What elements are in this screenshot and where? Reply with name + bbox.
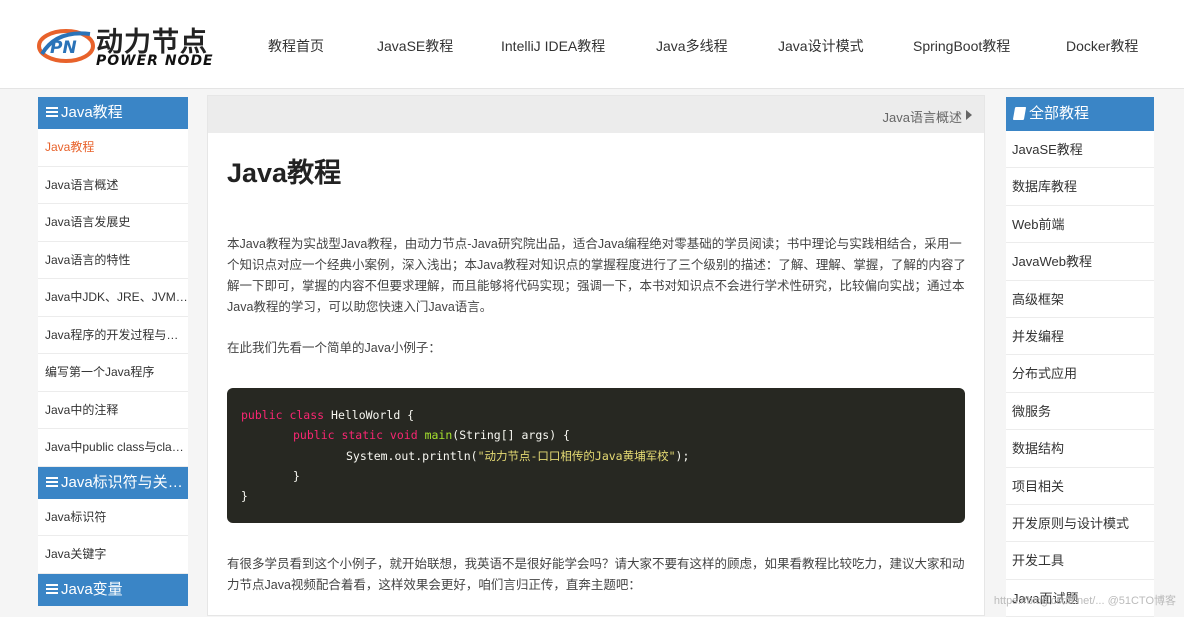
right-item-microservices[interactable]: 微服务 [1006, 392, 1154, 431]
section-title: Java教程 [61, 104, 123, 121]
left-item-first-program[interactable]: 编写第一个Java程序 [38, 354, 188, 392]
right-item-distributed[interactable]: 分布式应用 [1006, 355, 1154, 393]
nav-item-home[interactable]: 教程首页 [268, 36, 324, 56]
left-item-dev-process[interactable]: Java程序的开发过程与运行原理 [38, 316, 188, 354]
right-item-design-principles[interactable]: 开发原则与设计模式 [1006, 504, 1154, 543]
left-sidebar: Java教程 Java教程 Java语言概述 Java语言发展史 Java语言的… [38, 97, 188, 606]
all-tutorials-title: 全部教程 [1029, 105, 1090, 122]
left-item-identifiers[interactable]: Java标识符 [38, 498, 188, 536]
right-item-concurrency[interactable]: 并发编程 [1006, 317, 1154, 356]
site-header: PN 动力节点 POWER NODE 教程首页 JavaSE教程 Intelli… [0, 0, 1184, 89]
breadcrumb: Java语言概述 [208, 96, 984, 133]
book-icon [1012, 107, 1027, 120]
right-item-projects[interactable]: 项目相关 [1006, 467, 1154, 505]
code-line-3: System.out.println("动力节点-口口相传的Java黄埔军校")… [346, 449, 690, 463]
left-item-jdk-jre-jvm[interactable]: Java中JDK、JRE、JVM的关系 [38, 279, 188, 317]
right-item-javase[interactable]: JavaSE教程 [1006, 131, 1154, 169]
nav-item-design-patterns[interactable]: Java设计模式 [778, 36, 864, 56]
menu-icon [46, 107, 58, 117]
left-item-public-class[interactable]: Java中public class与class的区别 [38, 429, 188, 467]
example-intro: 在此我们先看一个简单的Java小例子： [227, 341, 441, 355]
left-item-java-history[interactable]: Java语言发展史 [38, 204, 188, 242]
right-item-dev-tools[interactable]: 开发工具 [1006, 542, 1154, 580]
left-item-java-features[interactable]: Java语言的特性 [38, 241, 188, 279]
right-sidebar: 全部教程 JavaSE教程 数据库教程 Web前端 JavaWeb教程 高级框架… [1006, 97, 1154, 617]
section-header-java-tutorial[interactable]: Java教程 [38, 97, 188, 129]
left-item-keywords[interactable]: Java关键字 [38, 536, 188, 574]
code-line-1: public class HelloWorld { [241, 408, 415, 422]
code-line-4: } [293, 469, 300, 483]
code-line-5: } [241, 489, 248, 503]
section-header-variables[interactable]: Java变量 [38, 573, 188, 606]
section-header-identifiers[interactable]: Java标识符与关键字 [38, 466, 188, 499]
nav-item-docker[interactable]: Docker教程 [1066, 36, 1138, 56]
outro-paragraph: 有很多学员看到这个小例子，就开始联想，我英语不是很好能学会吗？请大家不要有这样的… [227, 557, 965, 592]
intro-paragraph: 本Java教程为实战型Java教程，由动力节点-Java研究院出品，适合Java… [227, 237, 966, 314]
all-tutorials-header: 全部教程 [1006, 97, 1154, 131]
menu-icon [46, 583, 58, 594]
left-item-java-overview[interactable]: Java语言概述 [38, 166, 188, 204]
menu-icon [46, 476, 58, 487]
right-item-advanced-frameworks[interactable]: 高级框架 [1006, 280, 1154, 318]
nav-item-multithread[interactable]: Java多线程 [656, 36, 728, 56]
nav-item-javase[interactable]: JavaSE教程 [377, 36, 453, 56]
code-line-2: public static void main(String[] args) { [293, 428, 570, 442]
section-title: Java变量 [61, 580, 123, 598]
right-item-data-structures[interactable]: 数据结构 [1006, 430, 1154, 468]
main-content: Java语言概述 Java教程 本Java教程为实战型Java教程，由动力节点-… [207, 95, 985, 616]
right-item-javaweb[interactable]: JavaWeb教程 [1006, 243, 1154, 281]
right-item-web-frontend[interactable]: Web前端 [1006, 205, 1154, 244]
page-title: Java教程 [227, 158, 342, 188]
code-block: public class HelloWorld { public static … [227, 388, 965, 523]
nav-item-springboot[interactable]: SpringBoot教程 [913, 36, 1010, 56]
right-item-database[interactable]: 数据库教程 [1006, 168, 1154, 206]
section-title: Java标识符与关键字 [61, 473, 188, 491]
nav-item-intellij[interactable]: IntelliJ IDEA教程 [501, 36, 605, 56]
left-item-java-tutorial[interactable]: Java教程 [38, 129, 188, 167]
left-item-comments[interactable]: Java中的注释 [38, 391, 188, 429]
top-nav: 教程首页 JavaSE教程 IntelliJ IDEA教程 Java多线程 Ja… [0, 36, 1184, 56]
caret-right-icon [966, 110, 972, 120]
watermark: https://blog.csdn.net/... @51CTO博客 [993, 595, 1176, 607]
breadcrumb-next-link[interactable]: Java语言概述 [883, 107, 962, 126]
